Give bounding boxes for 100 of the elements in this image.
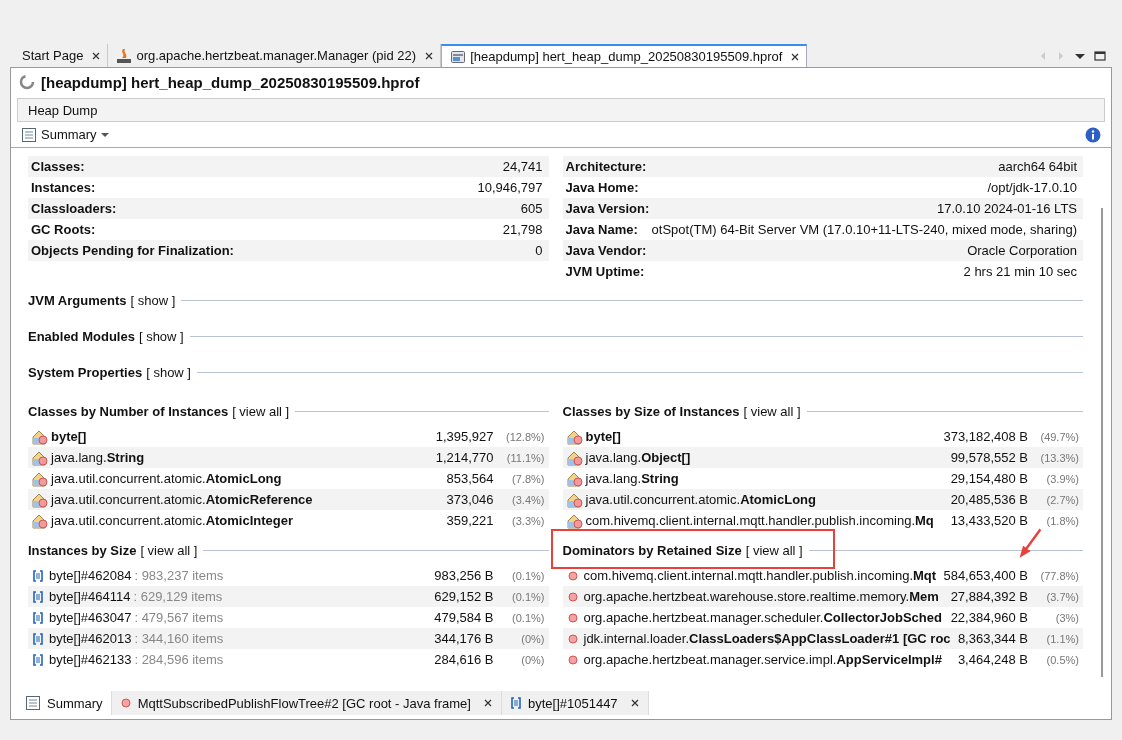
view-all-link[interactable]: [ view all ] xyxy=(745,542,803,558)
close-icon[interactable] xyxy=(424,50,435,61)
class-name[interactable]: byte[]#462084 xyxy=(49,568,132,583)
array-icon xyxy=(509,696,522,710)
percent-value: (0.1%) xyxy=(511,611,546,624)
maximize-icon[interactable] xyxy=(1094,50,1106,61)
property-label: Instances: xyxy=(31,180,96,195)
property-label: Java Home: xyxy=(565,180,639,195)
percent-value: (0%) xyxy=(520,632,546,645)
section-heading: JVM Arguments xyxy=(28,292,127,308)
class-icon xyxy=(32,428,48,445)
property-value: 24,741 xyxy=(502,159,543,174)
property-value: 2 hrs 21 min 10 sec xyxy=(963,264,1077,279)
class-icon xyxy=(566,470,583,487)
size-value: 1,395,927 xyxy=(435,429,494,444)
property-value: 605 xyxy=(520,201,543,216)
close-icon[interactable] xyxy=(790,51,801,62)
show-link[interactable]: [ show ] xyxy=(146,364,191,380)
class-icon xyxy=(32,512,48,529)
size-value: 344,176 B xyxy=(434,631,494,646)
percent-value: (1.8%) xyxy=(1045,514,1080,527)
view-tab[interactable]: byte[]#1051447 xyxy=(501,691,649,715)
size-value: 13,433,520 B xyxy=(950,513,1028,528)
caret-icon xyxy=(100,131,109,138)
class-name[interactable]: java.util.concurrent.atomic.AtomicInteger xyxy=(51,513,294,528)
class-name[interactable]: org.apache.hertzbeat.manager.service.impl.AppServiceImpl# xyxy=(583,652,942,667)
view-tab[interactable]: MqttSubscribedPublishFlowTree#2 [GC root - Java frame] xyxy=(111,691,502,715)
class-name[interactable]: java.util.concurrent.atomic.AtomicLong xyxy=(51,471,282,486)
close-icon[interactable] xyxy=(482,698,493,708)
class-name[interactable]: com.hivemq.client.internal.mqtt.handler.publish.incoming.Mq xyxy=(585,513,934,528)
property-label: Objects Pending for Finalization: xyxy=(31,243,234,258)
percent-value: (49.7%) xyxy=(1039,430,1080,443)
item-count: : 284,596 items xyxy=(134,652,224,667)
info-icon[interactable] xyxy=(1085,126,1101,143)
property-value: aarch64 64bit xyxy=(998,159,1077,174)
view-all-link[interactable]: [ view all ] xyxy=(743,403,801,419)
class-name[interactable]: java.util.concurrent.atomic.AtomicReference xyxy=(51,492,313,507)
item-count: : 479,567 items xyxy=(134,610,224,625)
editor-tab[interactable]: [heapdump] hert_heap_dump_20250830195509.hprof xyxy=(441,44,808,67)
percent-value: (0.1%) xyxy=(511,590,546,603)
class-name[interactable]: java.lang.String xyxy=(585,471,679,486)
show-link[interactable]: [ show ] xyxy=(130,292,176,308)
size-value: 99,578,552 B xyxy=(950,450,1028,465)
view-all-link[interactable]: [ view all ] xyxy=(232,403,290,419)
size-value: 584,653,400 B xyxy=(943,568,1028,583)
percent-value: (11.1%) xyxy=(505,451,546,464)
object-icon xyxy=(119,697,132,709)
property-label: Java Version: xyxy=(565,201,650,216)
class-name[interactable]: byte[]#463047 xyxy=(49,610,132,625)
property-label: Classes: xyxy=(31,159,85,174)
section-heading: Instances by Size xyxy=(28,542,137,558)
array-icon xyxy=(32,610,44,625)
property-label: JVM Uptime: xyxy=(565,264,645,279)
class-name[interactable]: byte[] xyxy=(51,429,87,444)
close-icon[interactable] xyxy=(91,50,102,61)
object-icon xyxy=(566,568,579,583)
class-name[interactable]: byte[]#464114 xyxy=(49,589,131,604)
class-name[interactable]: java.lang.Object[] xyxy=(585,450,691,465)
class-name[interactable]: byte[]#462133 xyxy=(49,652,132,667)
percent-value: (12.8%) xyxy=(504,430,546,443)
size-value: 3,464,248 B xyxy=(957,652,1028,667)
array-icon xyxy=(32,631,44,646)
summary-icon xyxy=(21,126,37,143)
size-value: 359,221 xyxy=(446,513,494,528)
class-name[interactable]: org.apache.hertzbeat.warehouse.store.realtime.memory.Mem xyxy=(583,589,939,604)
view-all-link[interactable]: [ view all ] xyxy=(140,542,198,558)
show-link[interactable]: [ show ] xyxy=(138,328,184,344)
class-name[interactable]: org.apache.hertzbeat.manager.scheduler.CollectorJobSched xyxy=(583,610,942,625)
percent-value: (1.1%) xyxy=(1045,632,1080,645)
class-name[interactable]: jdk.internal.loader.ClassLoaders$AppClassLoader#1 [GC roc xyxy=(583,631,951,646)
percent-value: (7.8%) xyxy=(511,472,546,485)
class-name[interactable]: com.hivemq.client.internal.mqtt.handler.publish.incoming.Mqt xyxy=(583,568,937,583)
class-name[interactable]: java.lang.String xyxy=(51,450,145,465)
array-icon xyxy=(32,589,44,604)
percent-value: (3%) xyxy=(1054,611,1080,624)
section-heading: Classes by Size of Instances xyxy=(562,403,740,419)
class-icon xyxy=(566,428,583,445)
size-value: 853,564 xyxy=(446,471,494,486)
property-value: Oracle Corporation xyxy=(967,243,1077,258)
class-name[interactable]: byte[]#462013 xyxy=(49,631,132,646)
class-name[interactable]: byte[] xyxy=(585,429,621,444)
property-value: 0 xyxy=(535,243,543,258)
class-icon xyxy=(32,491,48,508)
view-selector[interactable]: Summary xyxy=(21,126,109,143)
object-icon xyxy=(566,652,579,667)
class-icon xyxy=(32,470,48,487)
jmx-icon xyxy=(116,47,133,64)
class-name[interactable]: java.util.concurrent.atomic.AtomicLong xyxy=(585,492,816,507)
object-icon xyxy=(566,589,579,604)
property-value: 21,798 xyxy=(502,222,543,237)
percent-value: (3.3%) xyxy=(511,514,546,527)
size-value: 373,046 xyxy=(446,492,494,507)
summary-icon xyxy=(25,695,41,711)
percent-value: (3.7%) xyxy=(1045,590,1080,603)
class-icon xyxy=(566,491,583,508)
percent-value: (0.1%) xyxy=(511,569,546,582)
property-value: 17.0.10 2024-01-16 LTS xyxy=(937,201,1077,216)
percent-value: (2.7%) xyxy=(1045,493,1080,506)
property-value: 10,946,797 xyxy=(477,180,543,195)
close-icon[interactable] xyxy=(629,698,640,708)
